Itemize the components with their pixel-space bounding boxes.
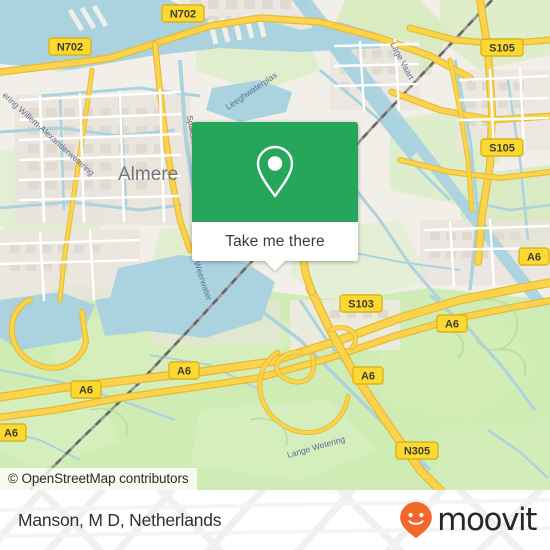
moovit-brand[interactable]: moovit	[399, 501, 537, 539]
moovit-wordmark: moovit	[437, 501, 537, 538]
place-label-almere: Almere	[118, 164, 178, 185]
svg-text:N702: N702	[170, 9, 196, 21]
location-title: Manson, M D, Netherlands	[18, 509, 222, 530]
card-pin-panel	[192, 122, 358, 222]
road-shield-s103: S103	[339, 294, 383, 313]
svg-text:N702: N702	[57, 42, 83, 54]
road-shield-n702-b: N702	[48, 37, 92, 56]
svg-text:N305: N305	[404, 446, 430, 458]
footer-content: Manson, M D, Netherlands moovit	[0, 490, 550, 550]
map-pin-icon	[256, 145, 294, 198]
svg-text:A6: A6	[361, 371, 375, 383]
svg-text:S105: S105	[489, 143, 515, 155]
location-callout-card[interactable]: Take me there	[192, 122, 358, 271]
callout-pointer	[264, 260, 286, 271]
road-shield-a6-c: A6	[518, 247, 550, 266]
svg-text:A6: A6	[527, 252, 541, 264]
road-shield-s105-a: S105	[480, 38, 524, 57]
osm-attribution[interactable]: © OpenStreetMap contributors	[0, 468, 197, 490]
moovit-smiley-pin-icon	[400, 502, 432, 538]
svg-text:A6: A6	[445, 319, 459, 331]
road-shield-a6-d: A6	[168, 361, 200, 380]
road-shield-n702-a: N702	[161, 4, 205, 23]
screenshot-root: Almere Leeghwaterplas Lage Vaart Lange W…	[0, 0, 550, 550]
svg-text:A6: A6	[79, 385, 93, 397]
road-shield-a6-a: A6	[436, 314, 468, 333]
road-shield-a6-e: A6	[70, 380, 102, 399]
svg-text:S105: S105	[489, 43, 515, 55]
svg-text:S103: S103	[348, 299, 374, 311]
road-shield-a6-f: A6	[0, 423, 27, 442]
svg-text:A6: A6	[177, 366, 191, 378]
take-me-there-label: Take me there	[225, 232, 325, 250]
road-shield-s105-b: S105	[480, 138, 524, 157]
svg-text:A6: A6	[4, 428, 18, 440]
take-me-there-button[interactable]: Take me there	[192, 222, 358, 271]
map-canvas[interactable]: Almere Leeghwaterplas Lage Vaart Lange W…	[0, 0, 550, 490]
road-shield-a6-b: A6	[352, 366, 384, 385]
footer-bar: Manson, M D, Netherlands moovit	[0, 490, 550, 550]
road-shield-n305: N305	[395, 441, 439, 460]
